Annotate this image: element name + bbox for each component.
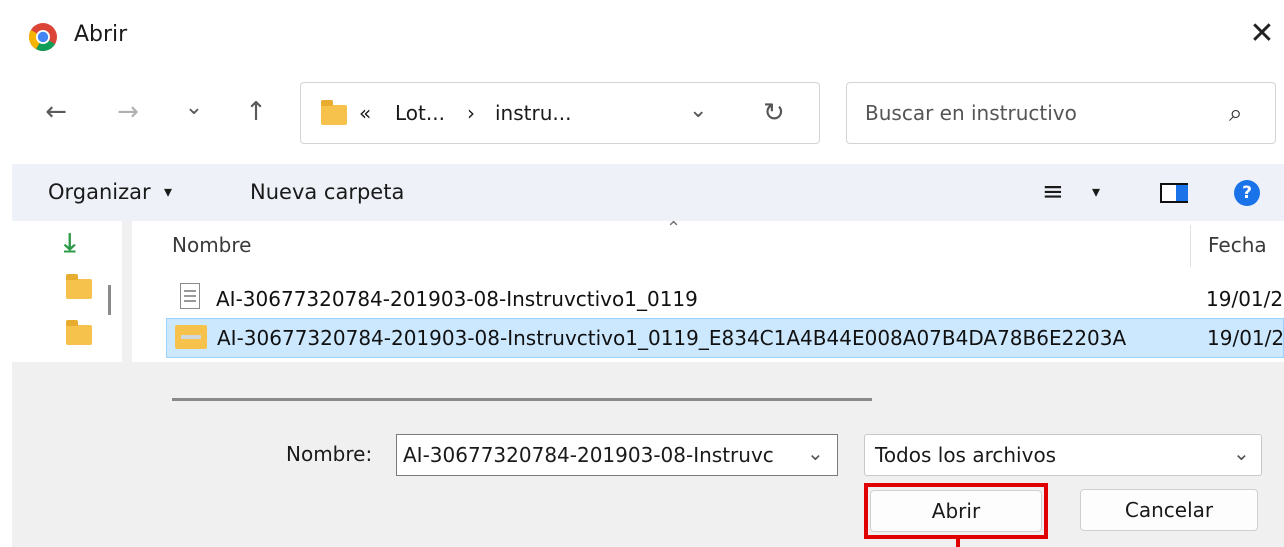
file-type-value[interactable]: Todos los archivos <box>875 437 1056 473</box>
preview-pane-icon[interactable] <box>1160 183 1188 203</box>
folder-icon[interactable] <box>66 320 92 345</box>
column-header-name[interactable]: Nombre <box>172 221 251 269</box>
breadcrumb-separator: › <box>467 101 475 125</box>
table-row-selected[interactable]: AI-30677320784-201903-08-Instruvctivo1_0… <box>166 318 1284 358</box>
close-button[interactable]: ✕ <box>1244 16 1280 52</box>
chevron-down-icon[interactable]: ⌄ <box>1233 435 1250 471</box>
view-options-icon[interactable]: ≡ <box>1042 164 1064 220</box>
chrome-icon <box>29 23 57 51</box>
breadcrumb-instructivo[interactable]: instru... <box>495 95 571 131</box>
file-date: 19/01/2 <box>1207 326 1284 350</box>
highlight-pointer <box>956 539 960 547</box>
address-bar[interactable]: « Lot... › instru... ⌄ ↻ <box>300 82 820 144</box>
file-date: 19/01/2 <box>1206 287 1284 311</box>
cancel-button[interactable]: Cancelar <box>1080 489 1258 531</box>
column-divider[interactable] <box>1190 225 1191 267</box>
breadcrumb-lot[interactable]: Lot... <box>395 95 445 131</box>
file-name: AI-30677320784-201903-08-Instruvctivo1_0… <box>216 287 698 311</box>
forward-button[interactable]: → <box>108 94 148 134</box>
zip-folder-icon <box>175 325 207 349</box>
path-overflow[interactable]: « <box>359 95 371 131</box>
back-button[interactable]: ← <box>36 94 76 134</box>
nav-scroll-thumb[interactable] <box>108 285 111 315</box>
title-bar <box>0 0 1284 64</box>
filename-input[interactable]: AI-30677320784-201903-08-Instruvc ⌄ <box>396 434 838 476</box>
window-title: Abrir <box>74 22 128 47</box>
up-button[interactable]: ↑ <box>236 94 276 134</box>
text-file-icon <box>180 283 200 309</box>
organize-menu[interactable]: Organizar <box>48 164 151 220</box>
command-bar: Organizar ▾ Nueva carpeta ≡ ▾ ? <box>12 164 1284 221</box>
chevron-down-icon[interactable]: ▾ <box>164 164 172 220</box>
folder-icon <box>321 100 347 125</box>
highlight-box <box>864 483 1048 539</box>
refresh-button[interactable]: ↻ <box>763 95 785 131</box>
new-folder-button[interactable]: Nueva carpeta <box>250 164 404 220</box>
chevron-down-icon[interactable]: ▾ <box>1092 164 1100 220</box>
file-type-select[interactable]: Todos los archivos ⌄ <box>864 434 1262 476</box>
chevron-down-icon[interactable]: ⌄ <box>807 435 824 471</box>
sort-ascending-icon: ⌃ <box>666 218 682 239</box>
search-box[interactable]: Buscar en instructivo ⌕ <box>846 82 1276 144</box>
table-row[interactable]: AI-30677320784-201903-08-Instruvctivo1_0… <box>166 279 1284 319</box>
recent-locations-button[interactable]: ⌄ <box>174 90 214 130</box>
help-icon[interactable]: ? <box>1234 180 1260 206</box>
search-input[interactable]: Buscar en instructivo <box>865 95 1077 131</box>
filename-label: Nombre: <box>286 442 373 466</box>
downloads-icon[interactable]: ⤓ <box>64 229 76 257</box>
horizontal-scrollbar[interactable] <box>172 398 872 401</box>
file-name: AI-30677320784-201903-08-Instruvctivo1_0… <box>217 326 1127 350</box>
folder-icon[interactable] <box>66 274 92 299</box>
address-dropdown-button[interactable]: ⌄ <box>689 93 707 129</box>
column-header-date[interactable]: Fecha <box>1208 221 1267 269</box>
filename-value[interactable]: AI-30677320784-201903-08-Instruvc <box>403 437 803 473</box>
search-icon[interactable]: ⌕ <box>1229 95 1242 131</box>
